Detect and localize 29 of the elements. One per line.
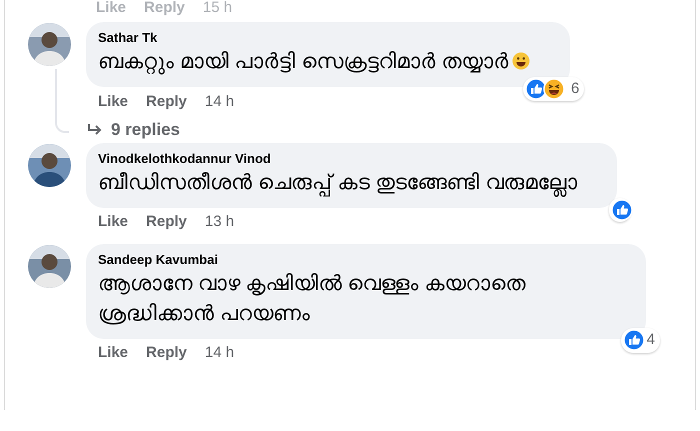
laughing-face-icon	[543, 78, 565, 100]
like-link[interactable]: Like	[98, 342, 128, 365]
reply-link[interactable]: Reply	[146, 342, 187, 365]
timestamp: 14 h	[204, 92, 234, 112]
commenter-name[interactable]: Sandeep Kavumbai	[98, 250, 606, 268]
thumbs-up-icon	[611, 198, 634, 220]
reply-link[interactable]: Reply	[146, 211, 187, 234]
avatar[interactable]	[28, 144, 71, 186]
reply-arrow-icon	[87, 122, 103, 137]
thumbs-up-icon	[525, 78, 547, 100]
reaction-count[interactable]: 4	[646, 329, 655, 352]
reactions-badge[interactable]: 6	[523, 76, 584, 101]
timestamp: 14 h	[204, 343, 234, 364]
timestamp: 15 h	[202, 0, 232, 16]
reply-link[interactable]: Reply	[146, 90, 187, 114]
avatar[interactable]	[28, 23, 71, 66]
like-link[interactable]: Like	[98, 90, 128, 114]
comment-text: ആശാനേ വാഴ കൃഷിയിൽ വെള്ളം കയറാതെ ശ്രദ്ധിക്കാൻ പറയണം	[98, 272, 526, 324]
timestamp: 13 h	[204, 212, 234, 232]
like-link[interactable]: Like	[98, 211, 128, 234]
commenter-name[interactable]: Sathar Tk	[98, 29, 530, 47]
avatar[interactable]	[28, 244, 71, 288]
reactions-badge[interactable]: 4	[620, 328, 660, 352]
thumbs-up-icon	[622, 329, 645, 352]
reaction-count[interactable]: 6	[571, 78, 580, 100]
reactions-badge[interactable]	[609, 198, 632, 222]
commenter-name[interactable]: Vinodkelothkodannur Vinod	[98, 150, 578, 168]
comment-text: ബകറ്റും മായി പാർട്ടി സെക്രട്ടറിമാർ തയ്യാർ	[98, 50, 508, 73]
view-replies-link[interactable]: 9 replies	[111, 117, 180, 142]
